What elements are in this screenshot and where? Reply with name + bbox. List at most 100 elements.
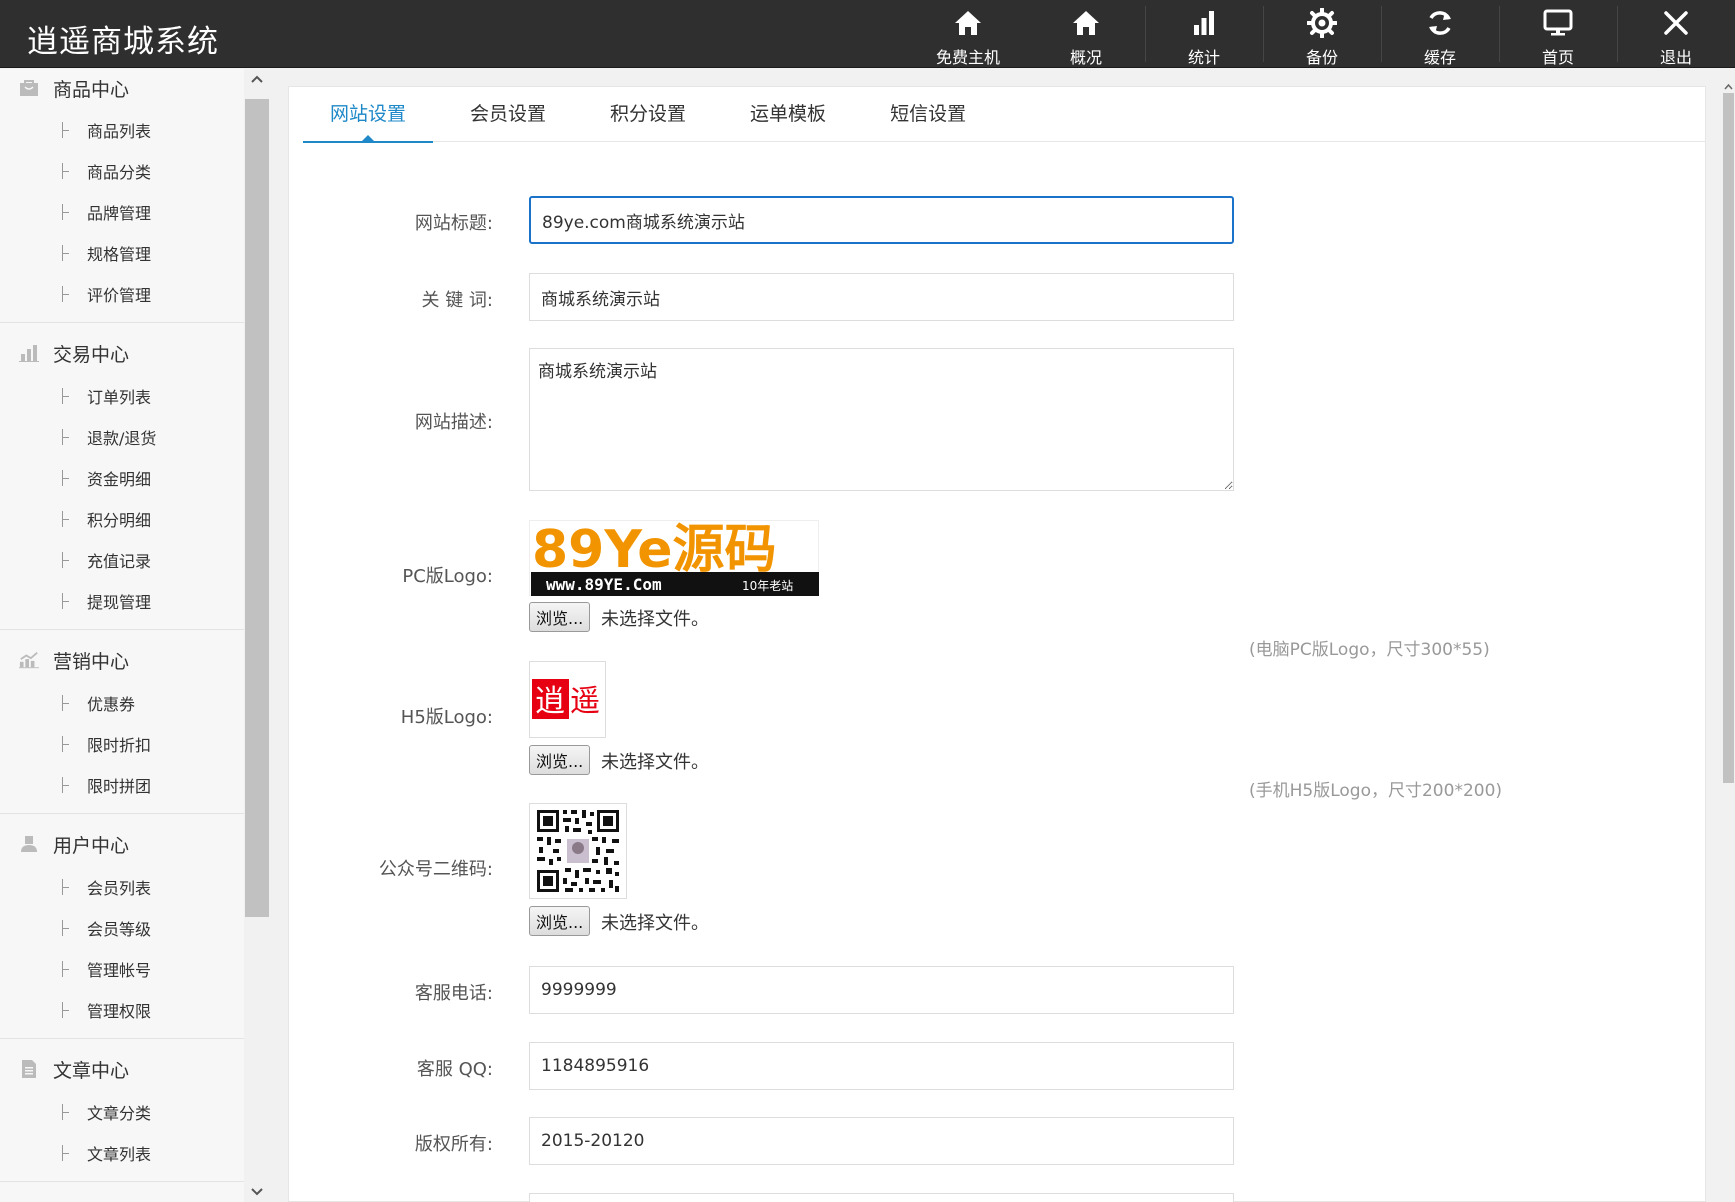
tree-line (62, 510, 72, 527)
sidebar-group-users: 用户中心 会员列表 会员等级 管理帐号 管理权限 (0, 822, 244, 1039)
topnav-stats[interactable]: 统计 (1145, 0, 1263, 68)
qrcode-label: 公众号二维码: (378, 859, 493, 880)
tree-line (62, 1001, 72, 1018)
tab-sms-settings[interactable]: 短信设置 (863, 87, 993, 142)
scroll-down-icon[interactable] (244, 1182, 270, 1202)
sidebar-item-brand[interactable]: 品牌管理 (0, 191, 244, 232)
topnav-logout[interactable]: 退出 (1617, 0, 1735, 68)
sidebar-item-coupon[interactable]: 优惠券 (0, 682, 244, 723)
sidebar-item-label: 规格管理 (87, 244, 152, 264)
topnav-backup[interactable]: 备份 (1263, 0, 1381, 68)
tree-line (62, 960, 72, 977)
sidebar-item-label: 管理权限 (87, 1001, 152, 1021)
sidebar-item-admin-accounts[interactable]: 管理帐号 (0, 948, 244, 989)
scroll-thumb[interactable] (1723, 93, 1734, 783)
sidebar-item-members[interactable]: 会员列表 (0, 866, 244, 907)
sidebar-item-discount[interactable]: 限时折扣 (0, 723, 244, 764)
sidebar-item-label: 充值记录 (87, 551, 152, 571)
qr-code-icon (537, 810, 619, 892)
topnav-cache[interactable]: 缓存 (1381, 0, 1499, 68)
sidebar-item-article-category[interactable]: 文章分类 (0, 1091, 244, 1132)
pc-logo-image: 89Ye源码 www.89YE.Com 10年老站 (529, 520, 819, 596)
site-title-label: 网站标题: (414, 213, 493, 234)
keywords-label: 关 键 词: (421, 290, 493, 311)
tree-line (62, 121, 72, 138)
sidebar-group-title: 商品中心 (53, 78, 130, 101)
sidebar-item-member-level[interactable]: 会员等级 (0, 907, 244, 948)
scroll-thumb[interactable] (245, 99, 269, 917)
sidebar-item-spec[interactable]: 规格管理 (0, 232, 244, 273)
scroll-up-icon[interactable] (244, 69, 270, 89)
sidebar-item-review[interactable]: 评价管理 (0, 273, 244, 314)
h5-logo-file-status: 未选择文件。 (601, 752, 709, 773)
sidebar-item-orders[interactable]: 订单列表 (0, 375, 244, 416)
sidebar-item-group-buy[interactable]: 限时拼团 (0, 764, 244, 805)
qrcode-file-status: 未选择文件。 (601, 913, 709, 934)
tab-member-settings[interactable]: 会员设置 (443, 87, 573, 142)
sidebar-item-label: 评价管理 (87, 285, 152, 305)
sidebar-item-recharge[interactable]: 充值记录 (0, 539, 244, 580)
tree-line (62, 919, 72, 936)
phone-input[interactable] (529, 966, 1234, 1014)
description-label: 网站描述: (414, 412, 493, 433)
h5-logo-char1: 逍 (535, 684, 565, 719)
sidebar-group-title: 用户中心 (53, 834, 130, 857)
sidebar-group-header[interactable]: 交易中心 (0, 331, 244, 375)
sidebar-item-points[interactable]: 积分明细 (0, 498, 244, 539)
tree-line (62, 387, 72, 404)
topnav-homepage[interactable]: 首页 (1499, 0, 1617, 68)
top-nav: 免费主机 概况 统计 备份 缓存 首页 退出 (909, 0, 1735, 68)
sidebar-group-header[interactable]: 商品中心 (0, 69, 244, 109)
sidebar-group-title: 营销中心 (53, 650, 130, 673)
sidebar-item-product-list[interactable]: 商品列表 (0, 109, 244, 150)
sidebar-group-header[interactable]: 用户中心 (0, 822, 244, 866)
sidebar-group-title: 文章中心 (53, 1059, 130, 1082)
sidebar-item-label: 提现管理 (87, 592, 152, 612)
bar-chart-icon (1187, 6, 1221, 40)
topnav-free-host[interactable]: 免费主机 (909, 0, 1027, 68)
topnav-label: 首页 (1541, 48, 1574, 67)
tree-line (62, 244, 72, 261)
sidebar-item-refunds[interactable]: 退款/退货 (0, 416, 244, 457)
description-textarea[interactable]: 商城系统演示站 (529, 348, 1234, 491)
app-title: 逍遥商城系统 (27, 24, 219, 60)
qq-input[interactable] (529, 1042, 1234, 1090)
topnav-label: 统计 (1187, 48, 1220, 67)
sidebar-group-header[interactable]: 文章中心 (0, 1047, 244, 1091)
topnav-label: 概况 (1069, 48, 1102, 67)
sidebar-item-admin-permissions[interactable]: 管理权限 (0, 989, 244, 1030)
page-scrollbar[interactable] (1722, 69, 1735, 1202)
tab-site-settings[interactable]: 网站设置 (303, 87, 434, 143)
tree-line (62, 469, 72, 486)
bag-icon (19, 78, 39, 98)
sidebar-item-product-category[interactable]: 商品分类 (0, 150, 244, 191)
keywords-input[interactable] (529, 273, 1234, 321)
sidebar-scrollbar[interactable] (244, 69, 270, 1202)
scroll-up-icon[interactable] (1724, 75, 1733, 94)
pc-logo-hint: (电脑PC版Logo，尺寸300*55) (1249, 640, 1490, 660)
h5-logo-char2: 遥 (570, 684, 600, 719)
sidebar-group-header[interactable]: 营销中心 (0, 638, 244, 682)
tree-line (62, 592, 72, 609)
sidebar-item-article-list[interactable]: 文章列表 (0, 1132, 244, 1173)
h5-logo-browse-button[interactable]: 浏览... (529, 745, 591, 775)
gear-icon (1305, 6, 1339, 40)
next-input[interactable] (529, 1193, 1234, 1202)
copyright-input[interactable] (529, 1117, 1234, 1165)
tab-shipping-template[interactable]: 运单模板 (723, 87, 853, 142)
h5-logo-label: H5版Logo: (400, 707, 493, 728)
copyright-label: 版权所有: (414, 1134, 493, 1155)
qrcode-browse-button[interactable]: 浏览... (529, 906, 591, 936)
tab-points-settings[interactable]: 积分设置 (583, 87, 713, 142)
topnav-overview[interactable]: 概况 (1027, 0, 1145, 68)
site-title-input[interactable] (529, 196, 1234, 244)
topnav-label: 免费主机 (935, 48, 1000, 67)
tree-line (62, 428, 72, 445)
topnav-label: 备份 (1305, 48, 1338, 67)
sidebar-item-withdraw[interactable]: 提现管理 (0, 580, 244, 621)
sidebar-item-funds[interactable]: 资金明细 (0, 457, 244, 498)
sidebar-item-label: 退款/退货 (87, 428, 157, 448)
close-icon (1659, 6, 1693, 40)
pc-logo-browse-button[interactable]: 浏览... (529, 602, 591, 632)
h5-logo-image: 逍 遥 (529, 661, 606, 738)
